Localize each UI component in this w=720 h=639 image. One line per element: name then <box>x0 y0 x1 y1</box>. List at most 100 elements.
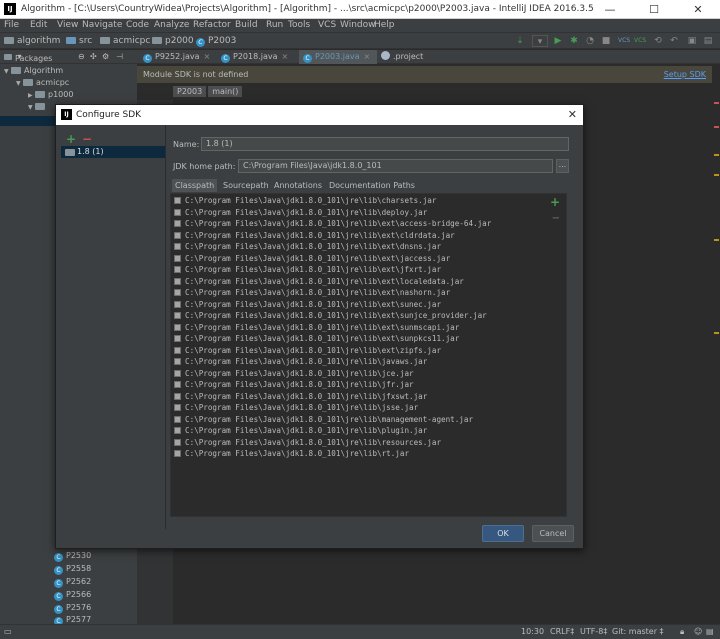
minimize-button[interactable]: — <box>588 0 632 19</box>
build-icon[interactable]: ⇣ <box>514 35 526 47</box>
sdk-list-item[interactable]: 1.8 (1) <box>61 146 165 158</box>
crumb-p2003[interactable]: C P2003 <box>196 36 236 47</box>
list-item[interactable]: C:\Program Files\Java\jdk1.8.0_101\jre\l… <box>174 287 450 298</box>
list-item[interactable]: C:\Program Files\Java\jdk1.8.0_101\jre\l… <box>174 391 427 402</box>
project-structure-icon[interactable]: ▣ <box>686 35 698 47</box>
close-tab-icon[interactable]: × <box>364 52 371 61</box>
list-item[interactable]: C:\Program Files\Java\jdk1.8.0_101\jre\l… <box>174 368 414 379</box>
tree-class-item[interactable]: C P2566 <box>54 590 91 601</box>
history-icon[interactable]: ⟲ <box>652 35 664 47</box>
close-dialog-button[interactable]: ✕ <box>568 108 577 121</box>
setup-sdk-link[interactable]: Setup SDK <box>664 70 706 79</box>
coverage-icon[interactable]: ◔ <box>584 35 596 47</box>
menu-window[interactable]: Window <box>340 20 376 30</box>
list-item[interactable]: C:\Program Files\Java\jdk1.8.0_101\jre\l… <box>174 195 436 206</box>
list-item[interactable]: C:\Program Files\Java\jdk1.8.0_101\jre\l… <box>174 448 409 459</box>
tab-p9252[interactable]: C P9252.java × <box>139 50 217 64</box>
tree-class-item[interactable]: C P2558 <box>54 564 91 575</box>
list-item[interactable]: C:\Program Files\Java\jdk1.8.0_101\jre\l… <box>174 414 473 425</box>
tree-class-item[interactable]: C P2562 <box>54 577 91 588</box>
list-item[interactable]: C:\Program Files\Java\jdk1.8.0_101\jre\l… <box>174 310 487 321</box>
tab-sourcepath[interactable]: Sourcepath <box>220 179 272 192</box>
menu-help[interactable]: Help <box>374 20 395 30</box>
error-mark[interactable] <box>714 102 719 104</box>
list-item[interactable]: C:\Program Files\Java\jdk1.8.0_101\jre\l… <box>174 207 427 218</box>
tree-node-algorithm[interactable]: ▼ Algorithm <box>4 66 63 75</box>
warning-mark[interactable] <box>714 174 719 176</box>
lock-icon[interactable]: 🔒︎ <box>680 627 684 637</box>
sync-icon[interactable]: ⊖ <box>78 52 85 61</box>
collapse-arrow-icon[interactable]: ▶ <box>28 92 35 99</box>
warning-mark[interactable] <box>714 239 719 241</box>
list-item[interactable]: C:\Program Files\Java\jdk1.8.0_101\jre\l… <box>174 230 455 241</box>
menu-tools[interactable]: Tools <box>288 20 310 30</box>
menu-run[interactable]: Run <box>266 20 283 30</box>
menu-build[interactable]: Build <box>235 20 258 30</box>
tab-documentation-paths[interactable]: Documentation Paths <box>326 179 418 192</box>
menu-file[interactable]: File <box>4 20 19 30</box>
tab-p2003[interactable]: C P2003.java × <box>299 50 377 64</box>
scroll-from-source-icon[interactable]: ✣ <box>90 52 97 61</box>
add-sdk-button[interactable]: + <box>66 133 76 145</box>
run-icon[interactable]: ▶ <box>552 35 564 47</box>
add-path-button[interactable]: + <box>550 195 560 209</box>
expand-arrow-icon[interactable]: ▼ <box>28 104 35 111</box>
list-item[interactable]: C:\Program Files\Java\jdk1.8.0_101\jre\l… <box>174 356 427 367</box>
inspector-icon[interactable]: ☺ <box>694 627 702 636</box>
list-item[interactable]: C:\Program Files\Java\jdk1.8.0_101\jre\l… <box>174 299 441 310</box>
run-config-dropdown[interactable]: ▾ <box>532 35 548 47</box>
crumb-algorithm[interactable]: algorithm <box>4 36 60 46</box>
menu-analyze[interactable]: Analyze <box>154 20 189 30</box>
list-item[interactable]: C:\Program Files\Java\jdk1.8.0_101\jre\l… <box>174 402 418 413</box>
tree-node-acmicpc[interactable]: ▼ acmicpc <box>16 78 69 87</box>
tree-class-item[interactable]: C P2530 <box>54 551 91 562</box>
list-item[interactable]: C:\Program Files\Java\jdk1.8.0_101\jre\l… <box>174 276 464 287</box>
error-mark[interactable] <box>714 126 719 128</box>
git-branch[interactable]: Git: master ‡ <box>612 627 664 636</box>
file-encoding[interactable]: UTF-8‡ <box>580 627 607 636</box>
menu-view[interactable]: View <box>57 20 78 30</box>
ok-button[interactable]: OK <box>482 525 524 542</box>
tree-node-p1000[interactable]: ▶ p1000 <box>28 90 73 99</box>
caret-position[interactable]: 10:30 <box>521 627 544 636</box>
editor-error-stripe[interactable] <box>712 64 720 624</box>
menu-edit[interactable]: Edit <box>30 20 47 30</box>
breadcrumb-method[interactable]: main() <box>208 86 243 97</box>
debug-icon[interactable]: ✱ <box>568 35 580 47</box>
crumb-p2000[interactable]: p2000 <box>152 36 194 46</box>
stop-icon[interactable]: ■ <box>600 35 612 47</box>
vcs-update-icon[interactable]: VCS <box>618 35 630 47</box>
remove-sdk-button[interactable]: − <box>82 133 92 145</box>
list-item[interactable]: C:\Program Files\Java\jdk1.8.0_101\jre\l… <box>174 333 459 344</box>
tab-p2018[interactable]: C P2018.java × <box>217 50 299 64</box>
remove-path-button[interactable]: − <box>552 213 560 224</box>
list-item[interactable]: C:\Program Files\Java\jdk1.8.0_101\jre\l… <box>174 379 414 390</box>
tab-annotations[interactable]: Annotations <box>271 179 325 192</box>
tree-node-p2000[interactable]: ▼ <box>28 102 48 111</box>
menu-code[interactable]: Code <box>126 20 149 30</box>
breadcrumb-class[interactable]: P2003 <box>173 86 207 97</box>
menu-navigate[interactable]: Navigate <box>82 20 122 30</box>
list-item[interactable]: C:\Program Files\Java\jdk1.8.0_101\jre\l… <box>174 425 427 436</box>
revert-icon[interactable]: ↶ <box>668 35 680 47</box>
warning-mark[interactable] <box>714 154 719 156</box>
list-item[interactable]: C:\Program Files\Java\jdk1.8.0_101\jre\l… <box>174 345 441 356</box>
tab-project-file[interactable]: .project <box>377 50 447 64</box>
tree-class-item[interactable]: C P2576 <box>54 603 91 614</box>
crumb-src[interactable]: src <box>66 36 92 46</box>
expand-arrow-icon[interactable]: ▼ <box>4 68 11 75</box>
tool-windows-icon[interactable]: ▭ <box>4 627 12 636</box>
list-item[interactable]: C:\Program Files\Java\jdk1.8.0_101\jre\l… <box>174 253 450 264</box>
cancel-button[interactable]: Cancel <box>532 525 574 542</box>
sdk-icon[interactable]: ▤ <box>702 35 714 47</box>
vcs-commit-icon[interactable]: VCS <box>634 35 646 47</box>
crumb-acmicpc[interactable]: acmicpc <box>100 36 150 46</box>
maximize-button[interactable]: ☐ <box>632 0 676 19</box>
browse-button[interactable]: ... <box>556 159 569 173</box>
list-item[interactable]: C:\Program Files\Java\jdk1.8.0_101\jre\l… <box>174 264 441 275</box>
settings-icon[interactable]: ⚙ <box>102 52 109 61</box>
tab-classpath[interactable]: Classpath <box>172 179 218 192</box>
menu-vcs[interactable]: VCS <box>318 20 336 30</box>
hide-panel-icon[interactable]: ⊣ <box>116 52 123 61</box>
sdk-name-field[interactable]: 1.8 (1) <box>201 137 569 151</box>
